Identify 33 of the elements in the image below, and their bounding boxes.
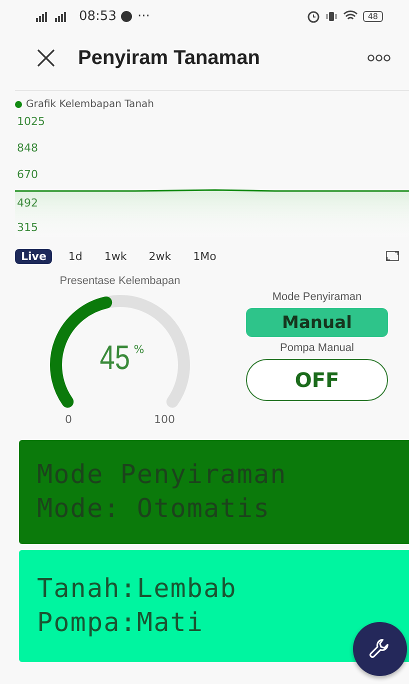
status-dots: ··· bbox=[137, 8, 150, 24]
range-tab[interactable]: 1Mo bbox=[187, 248, 222, 264]
gauge-unit: % bbox=[134, 343, 144, 356]
page-title: Penyiram Tanaman bbox=[78, 46, 261, 70]
legend-label: Grafik Kelembapan Tanah bbox=[26, 98, 154, 110]
vibrate-icon bbox=[324, 10, 338, 22]
fullscreen-icon[interactable] bbox=[386, 251, 399, 261]
range-tab[interactable]: Live bbox=[15, 248, 52, 264]
gauge-value: 45 bbox=[100, 339, 130, 378]
gauge-title: Presentase Kelembapan bbox=[60, 275, 180, 287]
y-tick-label: 315 bbox=[17, 221, 38, 234]
gauge-max: 100 bbox=[154, 413, 175, 426]
range-tab[interactable]: 1d bbox=[62, 248, 88, 264]
lcd-line: Tanah:Lembab bbox=[37, 574, 238, 604]
pump-label: Pompa Manual bbox=[280, 342, 354, 354]
close-icon[interactable] bbox=[36, 48, 56, 68]
alarm-icon bbox=[306, 10, 320, 22]
y-tick-label: 848 bbox=[17, 142, 38, 154]
range-tab[interactable]: 1wk bbox=[98, 248, 133, 264]
wifi-icon bbox=[342, 10, 358, 22]
y-tick-label: 670 bbox=[17, 168, 38, 181]
battery-level: 48 bbox=[362, 10, 383, 22]
notification-icon bbox=[121, 10, 132, 22]
more-icon[interactable] bbox=[367, 54, 391, 62]
range-tab[interactable]: 2wk bbox=[142, 248, 178, 264]
y-tick-label: 492 bbox=[17, 196, 38, 210]
y-tick-label: 1025 bbox=[17, 115, 45, 128]
status-time: 08:53 bbox=[79, 8, 116, 24]
mode-button[interactable]: Manual bbox=[246, 308, 388, 337]
lcd-line: Pompa:Mati bbox=[37, 608, 205, 638]
mode-label: Mode Penyiraman bbox=[272, 291, 362, 303]
gauge-min: 0 bbox=[65, 413, 72, 426]
pump-switch[interactable]: OFF bbox=[246, 359, 388, 401]
